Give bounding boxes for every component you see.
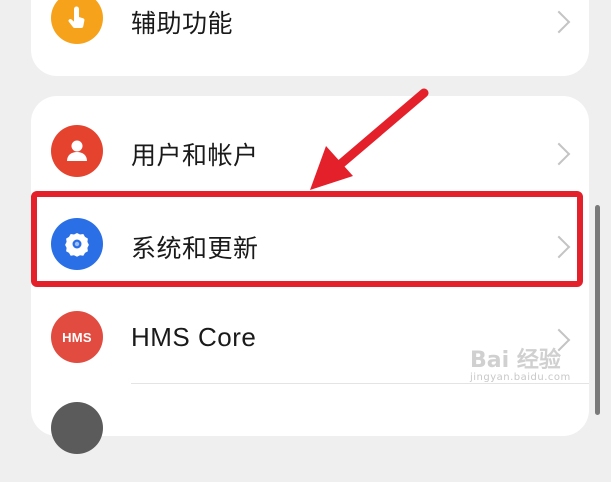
baidu-watermark: Bai 经验 jingyan.baidu.com	[470, 342, 571, 383]
scrollbar[interactable]	[595, 205, 600, 415]
watermark-main: Bai 经验	[470, 348, 561, 373]
watermark-sub: jingyan.baidu.com	[470, 372, 571, 383]
app-icon	[51, 402, 103, 454]
